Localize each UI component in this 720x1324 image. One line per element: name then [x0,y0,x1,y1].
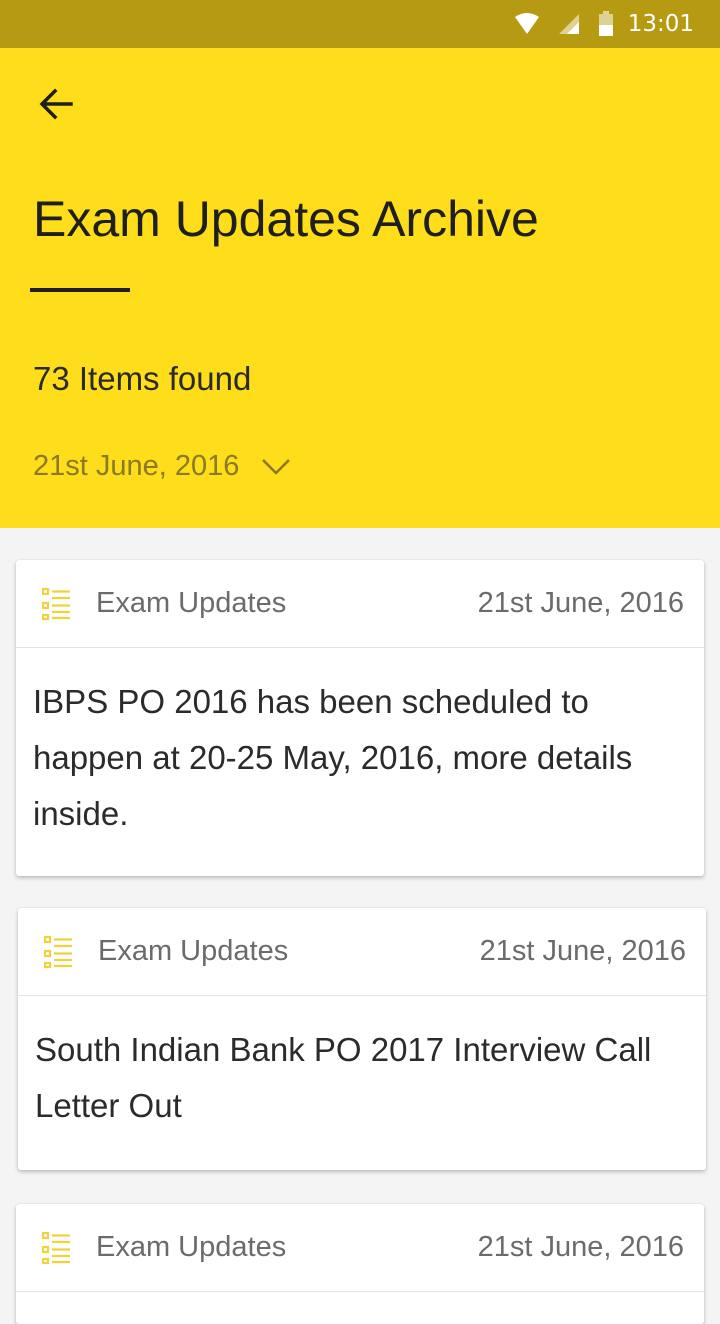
chevron-down-icon [261,458,291,476]
update-card[interactable]: Exam Updates 21st June, 2016 IBPS PO 201… [16,560,704,876]
card-date: 21st June, 2016 [477,1231,684,1263]
card-header: Exam Updates 21st June, 2016 [16,1204,704,1292]
list-icon [42,587,72,621]
update-card[interactable]: Exam Updates 21st June, 2016 [16,1204,704,1324]
status-bar: 13:01 [0,0,720,48]
card-header: Exam Updates 21st June, 2016 [18,908,706,996]
battery-icon [598,11,614,37]
card-text: South Indian Bank PO 2017 Interview Call… [35,1031,652,1124]
list-icon [44,935,74,969]
title-underline [30,288,130,292]
date-filter-label: 21st June, 2016 [33,450,240,482]
items-found-count: 73 Items found [33,360,252,397]
arrow-left-icon [38,88,74,125]
date-filter-dropdown[interactable]: 21st June, 2016 [33,450,291,483]
card-category: Exam Updates [98,935,289,967]
header: Exam Updates Archive 73 Items found 21st… [0,48,720,528]
card-date: 21st June, 2016 [479,935,686,967]
card-text: IBPS PO 2016 has been scheduled to happe… [33,683,633,832]
wifi-icon [514,13,540,35]
card-header: Exam Updates 21st June, 2016 [16,560,704,648]
list-icon [42,1231,72,1265]
back-button[interactable] [28,78,84,134]
update-card[interactable]: Exam Updates 21st June, 2016 South India… [18,908,706,1170]
card-category: Exam Updates [96,587,287,619]
card-category: Exam Updates [96,1231,287,1263]
clock-time: 13:01 [627,11,694,37]
signal-icon [558,13,580,35]
card-date: 21st June, 2016 [477,587,684,619]
page-title: Exam Updates Archive [33,191,539,247]
